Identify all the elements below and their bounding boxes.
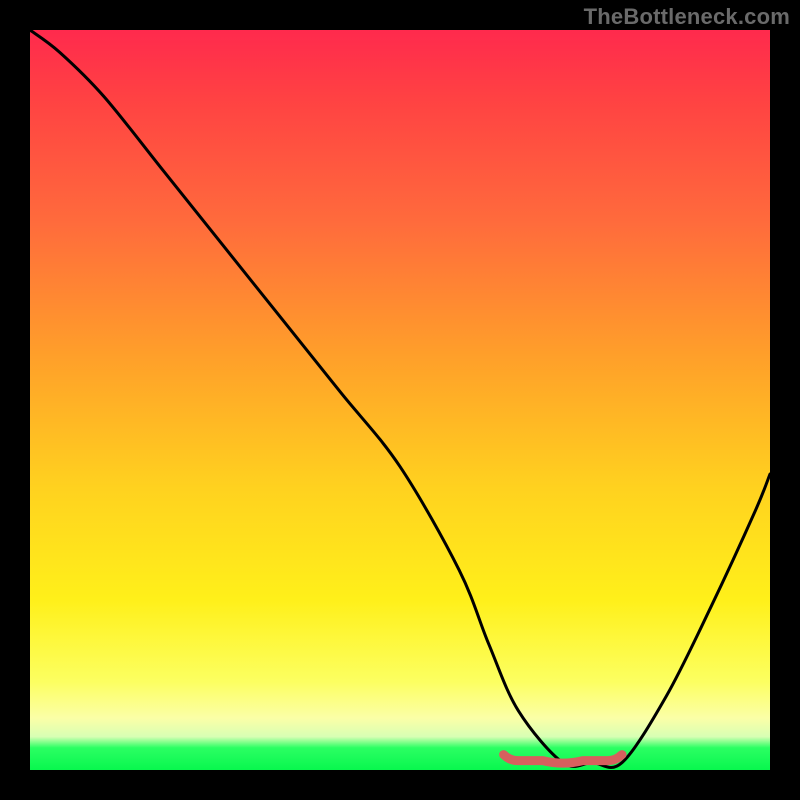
watermark-text: TheBottleneck.com xyxy=(584,4,790,30)
plot-area xyxy=(30,30,770,770)
curve-layer xyxy=(30,30,770,770)
chart-frame: TheBottleneck.com xyxy=(0,0,800,800)
trough-highlight xyxy=(504,755,622,764)
bottleneck-curve xyxy=(30,30,770,768)
